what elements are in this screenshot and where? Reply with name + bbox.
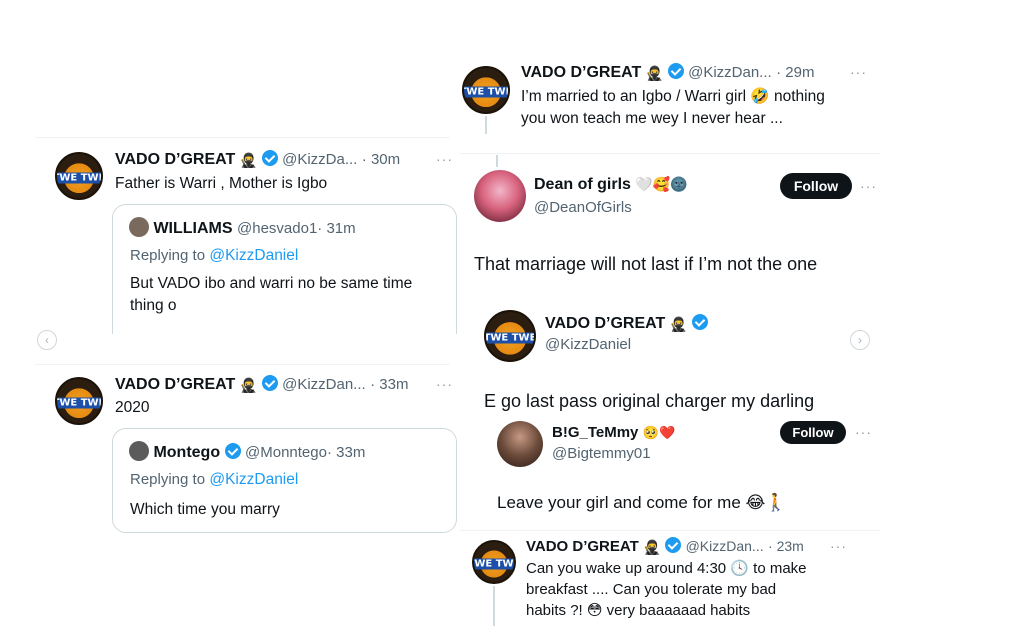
divider (460, 153, 880, 154)
more-options-icon[interactable]: ··· (436, 151, 453, 167)
avatar-logo: TWE TWE (464, 86, 508, 98)
author-handle[interactable]: @KizzDan... (282, 376, 366, 393)
divider (35, 137, 450, 138)
more-options-icon[interactable]: ··· (436, 376, 453, 392)
avatar[interactable]: TWE TWE (55, 377, 103, 425)
author-name[interactable]: VADO D’GREAT (526, 538, 639, 555)
avatar[interactable] (497, 421, 543, 467)
author-handle[interactable]: @Bigtemmy01 (552, 445, 651, 462)
quoted-tweet[interactable]: Montego @Monntego· 33m Replying to @Kizz… (112, 428, 457, 533)
author-handle[interactable]: @DeanOfGirls (534, 199, 632, 216)
ninja-icon: 🥷 (239, 153, 258, 169)
ninja-icon: 🥷 (239, 378, 258, 394)
author-handle[interactable]: @KizzDaniel (545, 336, 631, 353)
avatar[interactable] (129, 441, 149, 461)
author-name[interactable]: B!G_TeMmy (552, 424, 638, 441)
carousel-prev-button[interactable]: ‹ (37, 330, 57, 350)
tweet-time[interactable]: · 30m (362, 151, 400, 168)
tweet-time[interactable]: · 33m (327, 444, 365, 461)
tweet-text-line: habits ?! 😳 very baaaaaad habits (526, 602, 751, 619)
tweet-text-line: breakfast .... Can you tolerate my bad (526, 581, 777, 598)
author-name[interactable]: VADO D’GREAT (115, 151, 235, 168)
divider (460, 530, 880, 531)
tweet-text-line: Can you wake up around 4:30 🕓 to make (526, 560, 807, 577)
verified-badge-icon (667, 63, 684, 79)
reply-mention-link[interactable]: @KizzDaniel (209, 471, 298, 488)
quoted-text: But VADO ibo and warri no be same time t… (130, 275, 413, 314)
follow-button[interactable]: Follow (780, 421, 846, 444)
author-handle[interactable]: @KizzDa... (282, 151, 357, 168)
verified-badge-icon (261, 375, 278, 391)
more-options-icon[interactable]: ··· (860, 178, 877, 194)
name-emojis: 🤍🥰🌚 (635, 177, 688, 193)
avatar[interactable] (474, 170, 526, 222)
avatar[interactable]: TWE TWE (55, 152, 103, 200)
ninja-icon: 🥷 (643, 540, 661, 556)
verified-badge-icon (261, 150, 278, 166)
tweet-text: 2020 (115, 399, 150, 416)
verified-badge-icon (665, 537, 682, 553)
author-handle[interactable]: @hesvado1 (237, 220, 317, 237)
author-name[interactable]: WILLIAMS (153, 220, 232, 237)
replying-label: Replying to (130, 471, 206, 488)
tweet-time[interactable]: · 33m (370, 376, 408, 393)
avatar-logo: TWE TWE (474, 558, 514, 570)
avatar[interactable]: TWE TWE (462, 66, 510, 114)
reply-mention-link[interactable]: @KizzDaniel (209, 247, 298, 264)
author-name[interactable]: Dean of girls (534, 176, 631, 193)
replying-label: Replying to (130, 247, 206, 264)
avatar[interactable] (129, 217, 149, 237)
ninja-icon: 🥷 (645, 66, 664, 82)
quoted-tweet[interactable]: WILLIAMS @hesvado1· 31m Replying to @Kiz… (112, 204, 457, 334)
thread-connector (493, 586, 495, 626)
more-options-icon[interactable]: ··· (855, 424, 872, 440)
author-handle[interactable]: @KizzDan... (688, 64, 772, 81)
avatar-logo: TWE TWE (57, 172, 101, 184)
author-handle[interactable]: @KizzDan... (686, 538, 764, 554)
author-name[interactable]: VADO D’GREAT (521, 64, 641, 81)
thread-connector (496, 155, 498, 167)
author-name[interactable]: VADO D’GREAT (115, 376, 235, 393)
verified-badge-icon (691, 314, 708, 330)
tweet-time[interactable]: · 31m (317, 220, 355, 237)
carousel-next-button[interactable]: › (850, 330, 870, 350)
ninja-icon: 🥷 (669, 317, 688, 333)
quoted-text: Which time you marry (130, 501, 280, 518)
avatar[interactable]: TWE TWE (484, 310, 536, 362)
tweet-text: Father is Warri , Mother is Igbo (115, 175, 328, 192)
tweet-text: That marriage will not last if I’m not t… (474, 254, 818, 274)
verified-badge-icon (224, 443, 241, 459)
avatar[interactable]: TWE TWE (472, 540, 516, 584)
tweet-text: E go last pass original charger my darli… (484, 391, 815, 411)
thread-connector (485, 116, 487, 134)
author-name[interactable]: VADO D’GREAT (545, 315, 665, 332)
author-name[interactable]: Montego (153, 444, 220, 461)
more-options-icon[interactable]: ··· (850, 64, 867, 80)
divider (35, 364, 450, 365)
avatar-logo: TWE TWE (57, 397, 101, 409)
tweet-time[interactable]: · 23m (768, 538, 804, 554)
author-handle[interactable]: @Monntego (245, 444, 327, 461)
tweet-text-line: you won teach me wey I never hear ... (521, 110, 783, 127)
follow-button[interactable]: Follow (780, 173, 852, 199)
tweet-text-line: I’m married to an Igbo / Warri girl 🤣 no… (521, 88, 825, 105)
tweet-text: Leave your girl and come for me 😂🚶 (497, 493, 787, 512)
avatar-logo: TWE TWE (486, 332, 534, 344)
tweet-time[interactable]: · 29m (776, 64, 814, 81)
more-options-icon[interactable]: ··· (830, 538, 847, 554)
name-emojis: 🥺❤️ (642, 426, 676, 441)
